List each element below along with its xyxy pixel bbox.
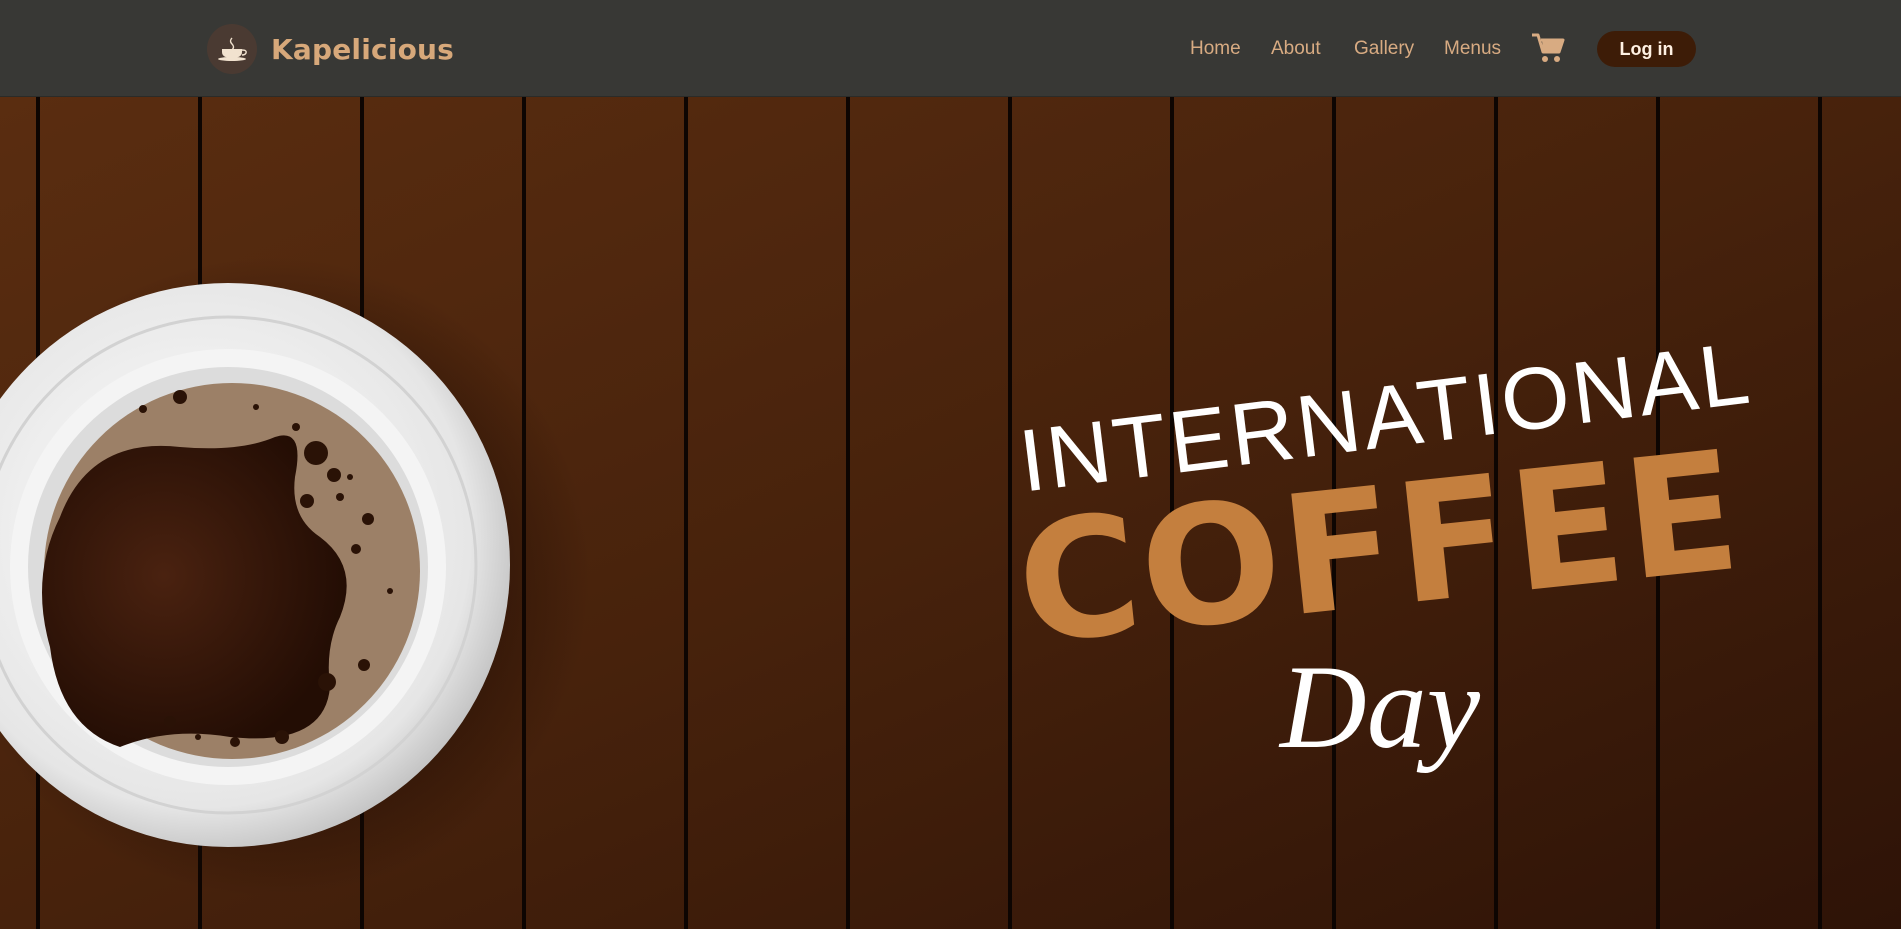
coffee-cup-logo-icon xyxy=(207,24,257,74)
hero-line3: Day xyxy=(1278,640,1481,773)
brand-name: Kapelicious xyxy=(271,32,455,66)
nav-gallery[interactable]: Gallery xyxy=(1354,38,1414,60)
hero-banner: INTERNATIONAL COFFEE Day xyxy=(0,97,1901,929)
shopping-cart-icon[interactable] xyxy=(1531,31,1565,65)
nav-about[interactable]: About xyxy=(1271,38,1321,60)
top-navbar: Kapelicious Home About Gallery Menus Log… xyxy=(0,0,1901,97)
nav-menus[interactable]: Menus xyxy=(1444,38,1501,60)
hero-artwork: INTERNATIONAL COFFEE Day xyxy=(0,97,1901,929)
login-button[interactable]: Log in xyxy=(1597,31,1696,67)
brand[interactable]: Kapelicious xyxy=(207,24,454,74)
nav-home[interactable]: Home xyxy=(1190,38,1241,60)
